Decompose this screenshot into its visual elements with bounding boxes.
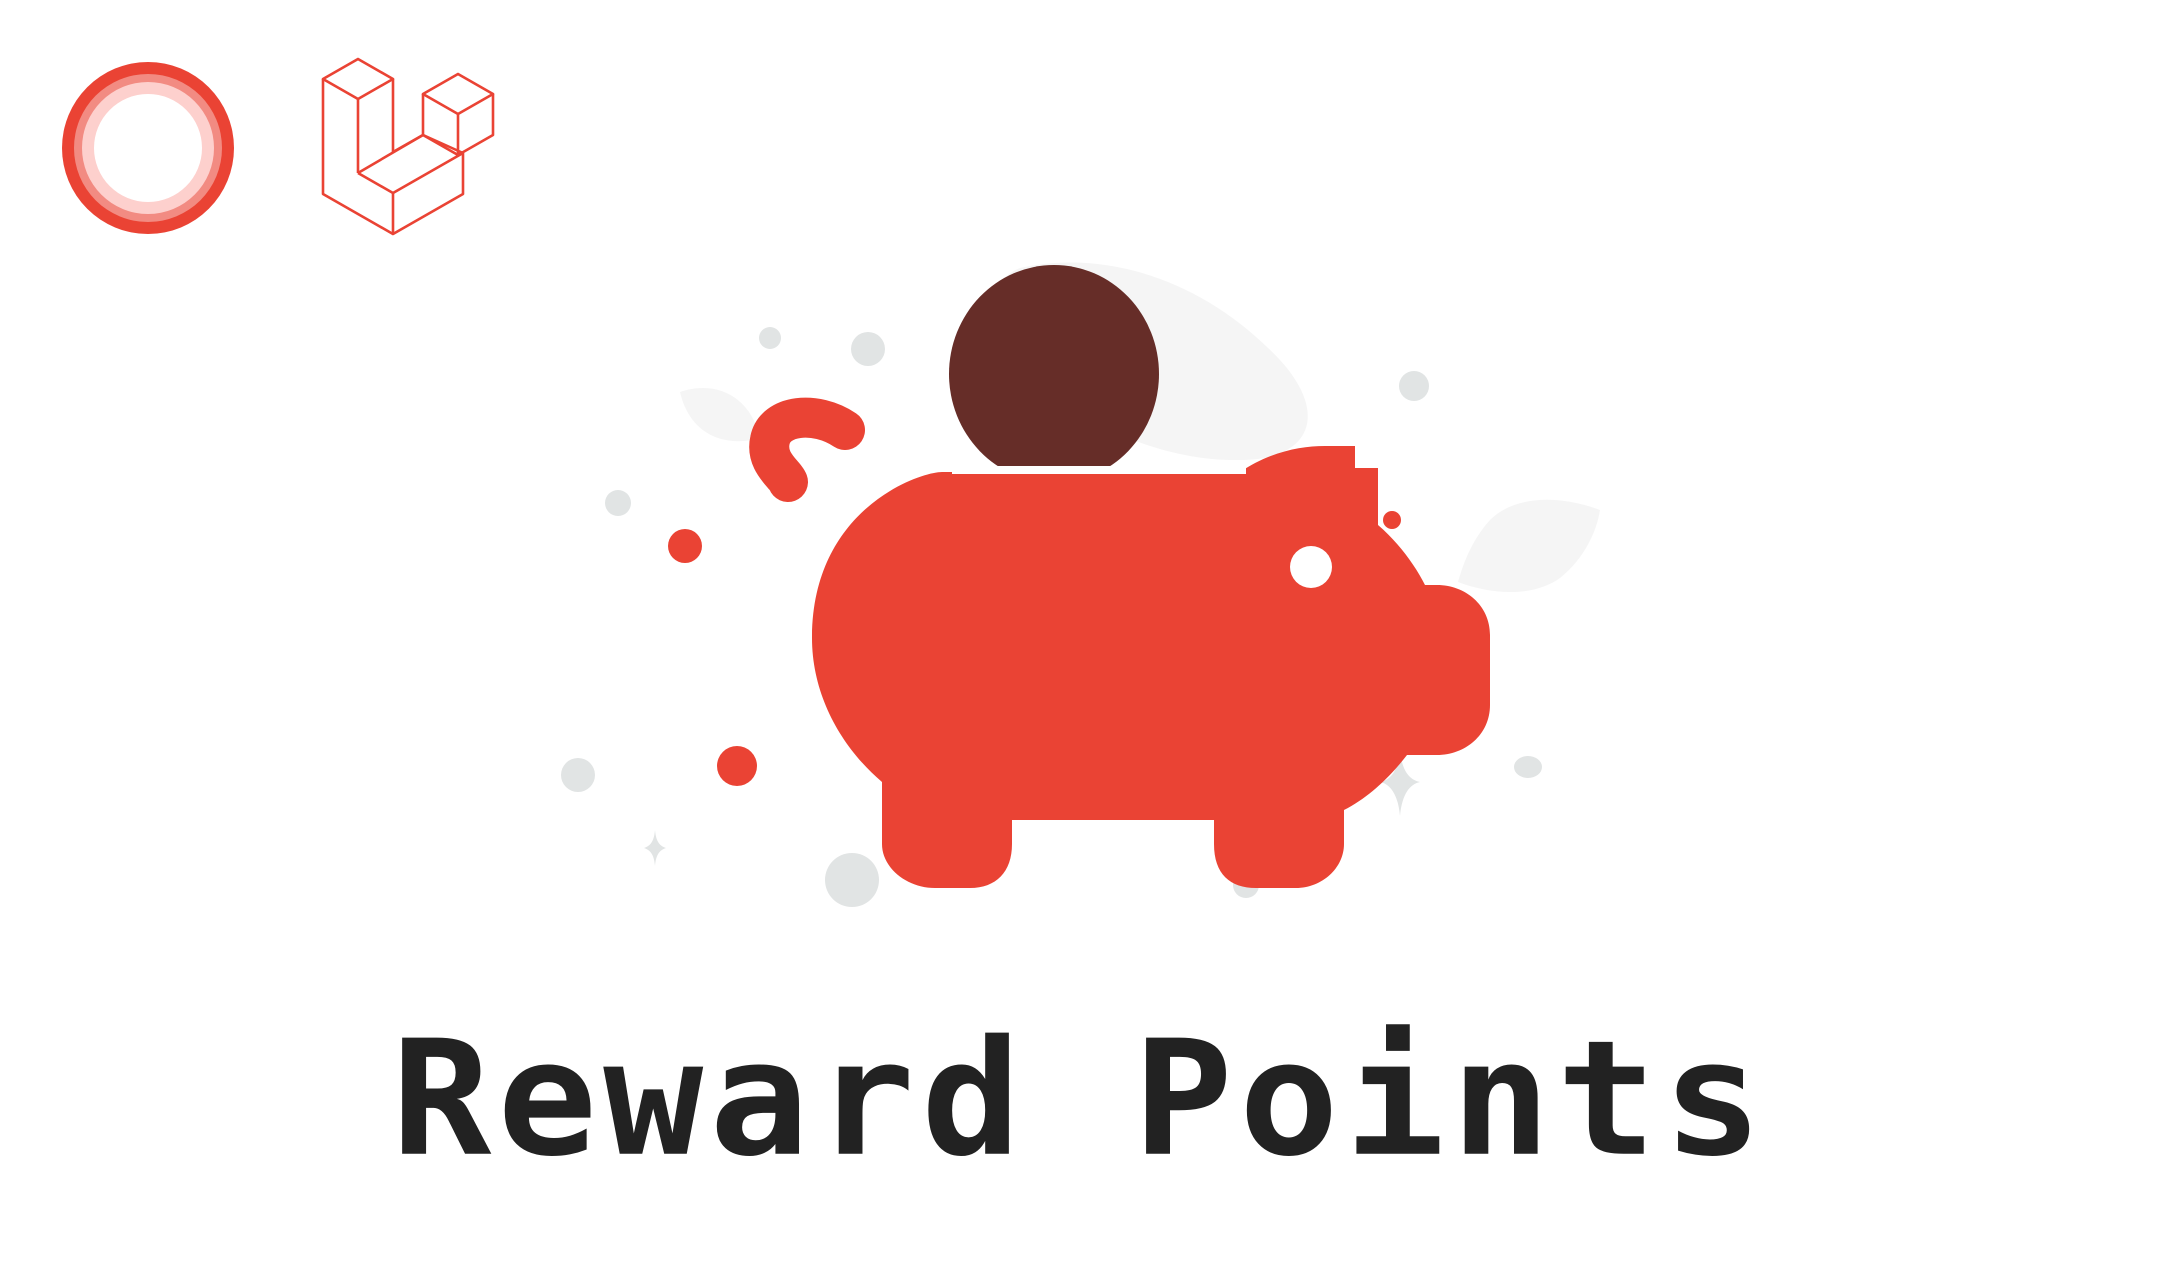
grey-dot: [825, 853, 879, 907]
grey-dot: [1399, 371, 1429, 401]
coin-slot-shape: [952, 466, 1246, 474]
red-dot: [1383, 511, 1401, 529]
grey-dot: [1514, 756, 1542, 778]
page-title: Reward Points: [391, 1006, 1769, 1193]
red-dot: [668, 529, 702, 563]
grey-dot: [851, 332, 885, 366]
grey-dot: [561, 758, 595, 792]
leaf-right-shape: [1458, 499, 1600, 593]
coin-icon: [949, 265, 1159, 483]
pig-tail-shape: [749, 397, 865, 502]
grey-dot: [759, 327, 781, 349]
laravel-logo-icon: [321, 57, 495, 236]
grey-dot: [605, 490, 631, 516]
ring-logo-icon: [62, 62, 234, 234]
pig-eye-shape: [1290, 546, 1332, 588]
sparkle-icon: [644, 830, 666, 866]
leaf-small-left-shape: [680, 388, 760, 442]
piggy-bank-illustration: [561, 262, 1600, 907]
red-dot: [717, 746, 757, 786]
